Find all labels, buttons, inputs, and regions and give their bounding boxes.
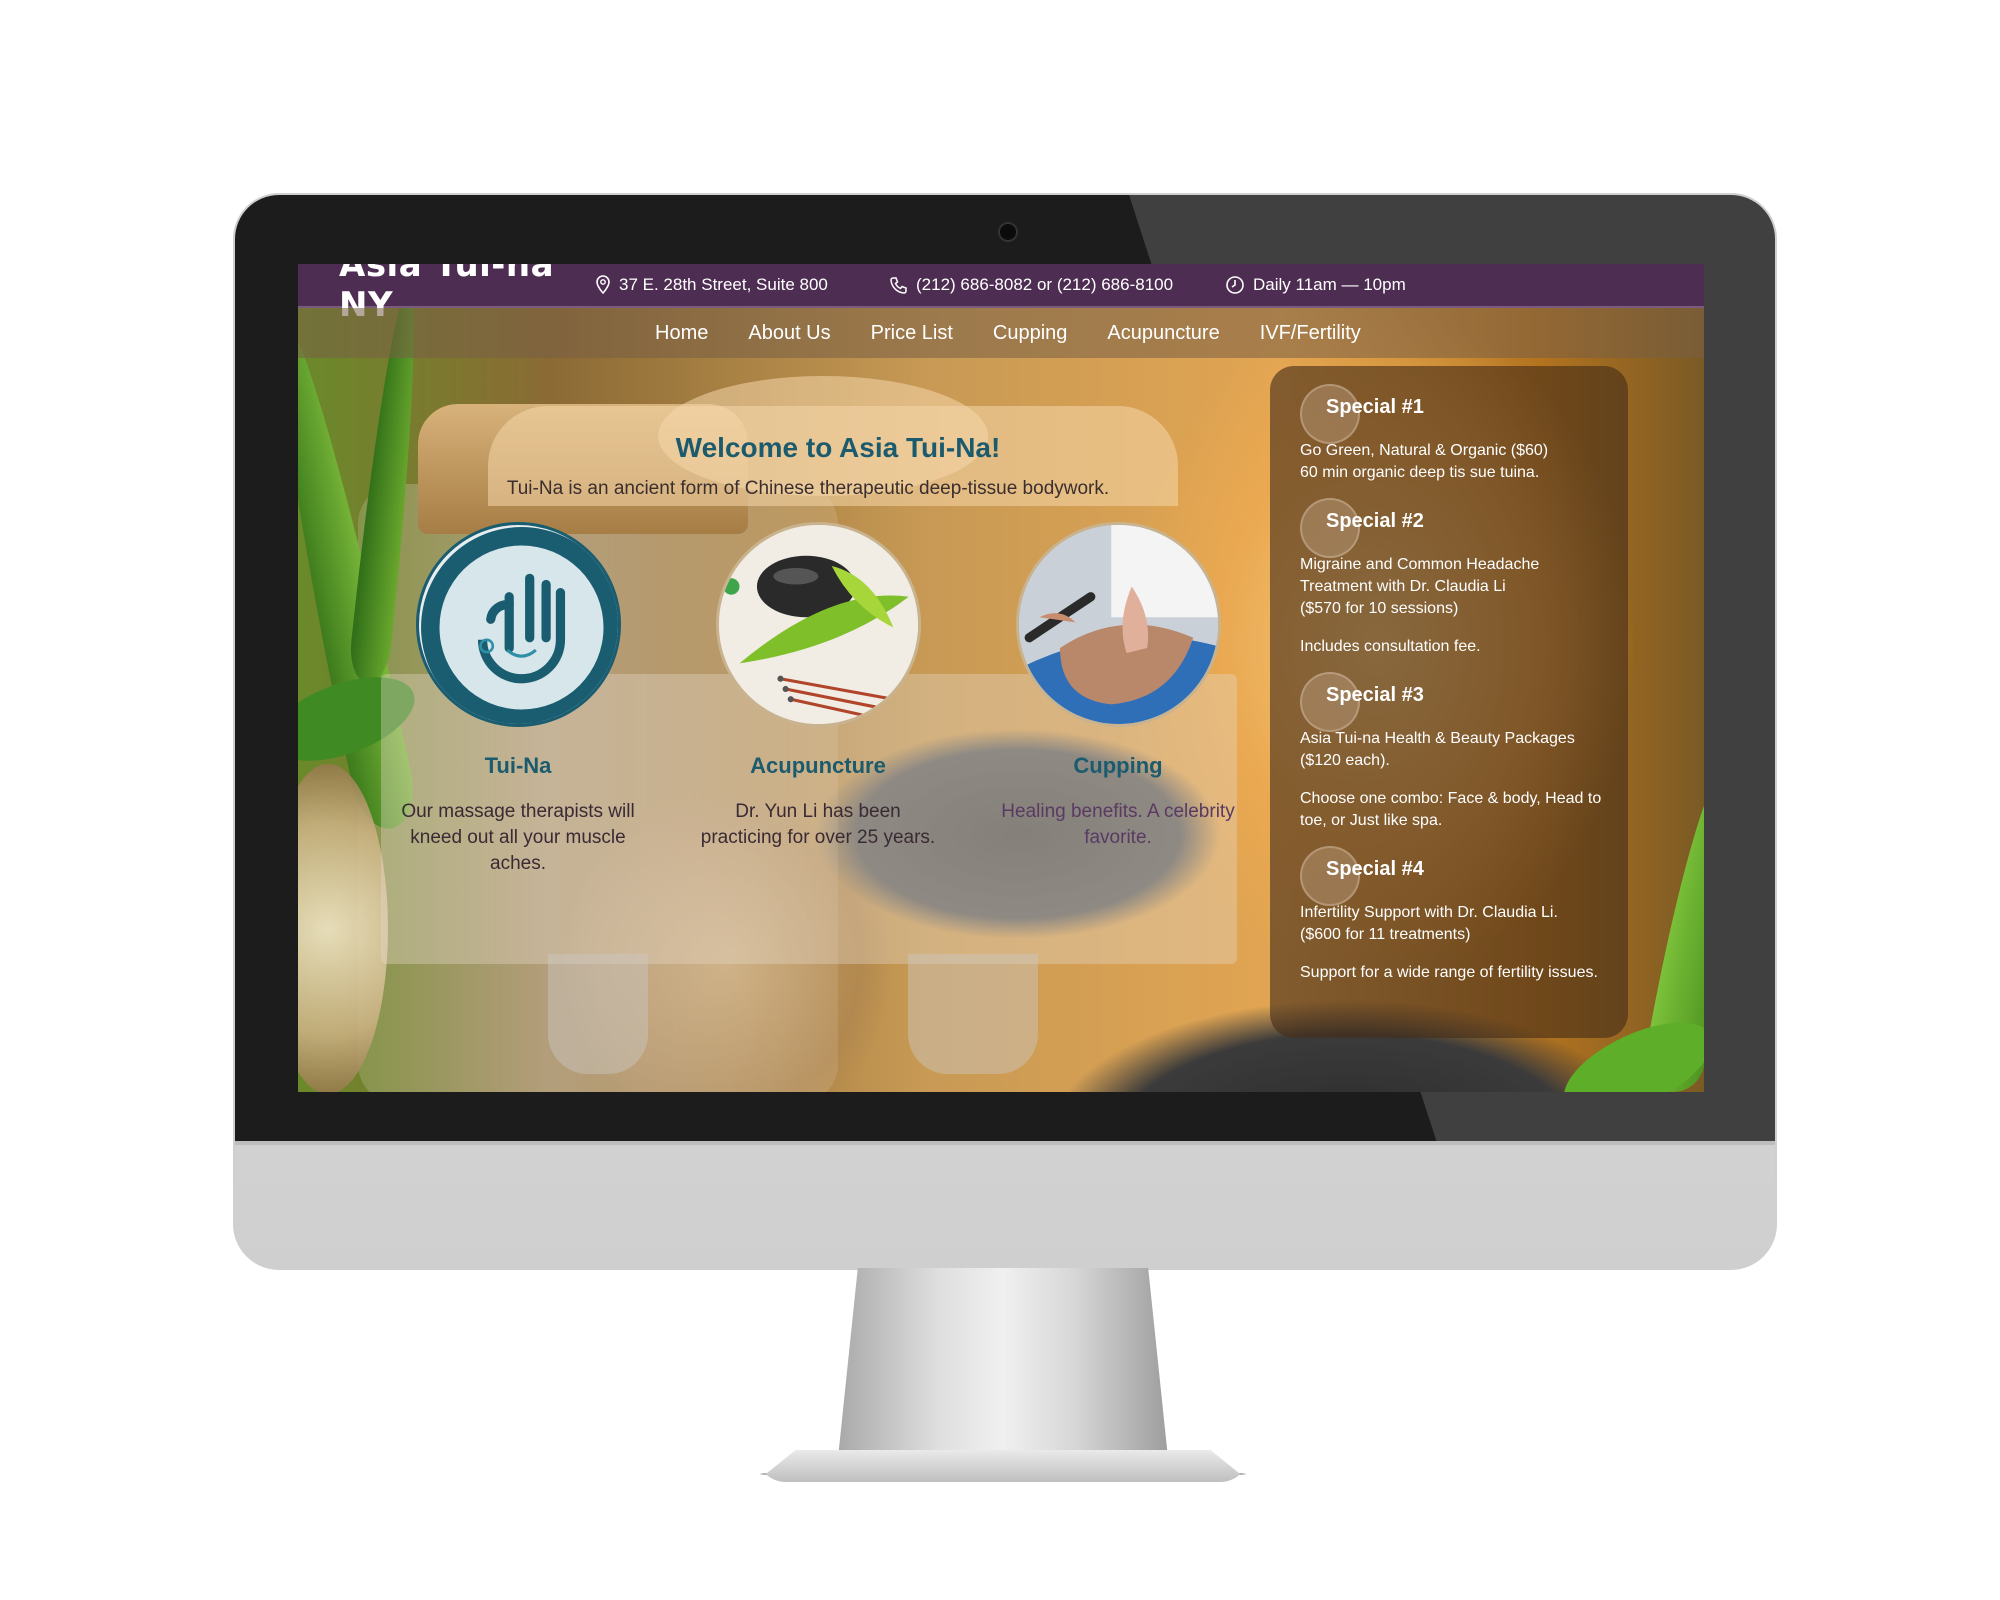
service-description: Healing benefits. A celebrity favorite. [1001, 801, 1235, 848]
map-pin-icon [596, 275, 610, 295]
special-note: Support for a wide range of fertility is… [1300, 964, 1598, 981]
service-title[interactable]: Acupuncture [698, 753, 938, 779]
phone-icon [890, 277, 907, 294]
service-title[interactable]: Cupping [998, 753, 1238, 779]
monitor-foot [756, 1450, 1250, 1482]
service-title[interactable]: Tui-Na [398, 753, 638, 779]
specials-panel: Special #1 Go Green, Natural & Organic (… [1270, 366, 1628, 1038]
special-line: 60 min organic deep tis sue tuina. [1300, 464, 1540, 481]
special-line: Migraine and Common Headache [1300, 556, 1540, 573]
service-card-cupping[interactable]: Cupping Healing benefits. A celebrity fa… [998, 522, 1238, 851]
hand-logo-icon [420, 527, 618, 724]
special-title: Special #4 [1326, 858, 1424, 880]
special-title: Special #3 [1326, 684, 1424, 706]
acupuncture-image [715, 522, 921, 727]
cupping-image [1015, 522, 1221, 727]
service-card-acupuncture[interactable]: Acupuncture Dr. Yun Li has been practici… [698, 522, 938, 851]
phone-info[interactable]: (212) 686-8082 or (212) 686-8100 [890, 275, 1225, 295]
nav-ivf-fertility[interactable]: IVF/Fertility [1260, 322, 1361, 345]
special-line: ($600 for 11 treatments) [1300, 926, 1471, 943]
camera-icon [998, 222, 1018, 242]
special-item[interactable]: Special #2 Migraine and Common Headache … [1300, 498, 1610, 658]
tuina-logo [415, 522, 621, 727]
special-line: Treatment with Dr. Claudia Li [1300, 578, 1506, 595]
welcome-title: Welcome to Asia Tui-Na! [675, 432, 1001, 463]
special-item[interactable]: Special #1 Go Green, Natural & Organic (… [1300, 384, 1610, 484]
service-description: Dr. Yun Li has been practicing for over … [700, 801, 936, 848]
special-title: Special #2 [1326, 510, 1424, 532]
hours-info: Daily 11am — 10pm [1225, 275, 1406, 295]
special-line: Infertility Support with Dr. Claudia Li. [1300, 904, 1558, 921]
special-note: Includes consultation fee. [1300, 638, 1481, 655]
special-line: ($120 each). [1300, 752, 1390, 769]
website-screen: Asia Tui-na NY 37 E. 28th Street, Suite … [298, 264, 1704, 1092]
monitor-stand [838, 1268, 1168, 1458]
special-item[interactable]: Special #3 Asia Tui-na Health & Beauty P… [1300, 672, 1610, 832]
special-line: ($570 for 10 sessions) [1300, 600, 1459, 617]
top-info-bar: Asia Tui-na NY 37 E. 28th Street, Suite … [298, 264, 1704, 325]
special-title: Special #1 [1326, 396, 1424, 418]
hours-text: Daily 11am — 10pm [1253, 275, 1406, 294]
special-line: Go Green, Natural & Organic ($60) [1300, 442, 1549, 459]
special-note: Choose one combo: Face & body, Head to t… [1300, 790, 1602, 829]
service-description: Our massage therapists will kneed out al… [401, 801, 635, 874]
address-text: 37 E. 28th Street, Suite 800 [619, 275, 828, 294]
welcome-subtitle: Tui-Na is an ancient form of Chinese the… [506, 478, 1110, 499]
service-card-tuina[interactable]: Tui-Na Our massage therapists will kneed… [398, 522, 638, 877]
special-item[interactable]: Special #4 Infertility Support with Dr. … [1300, 846, 1610, 984]
address-info: 37 E. 28th Street, Suite 800 [595, 275, 890, 295]
phone-text: (212) 686-8082 or (212) 686-8100 [916, 275, 1174, 294]
special-line: Asia Tui-na Health & Beauty Packages [1300, 730, 1575, 747]
clock-icon [1226, 276, 1244, 294]
